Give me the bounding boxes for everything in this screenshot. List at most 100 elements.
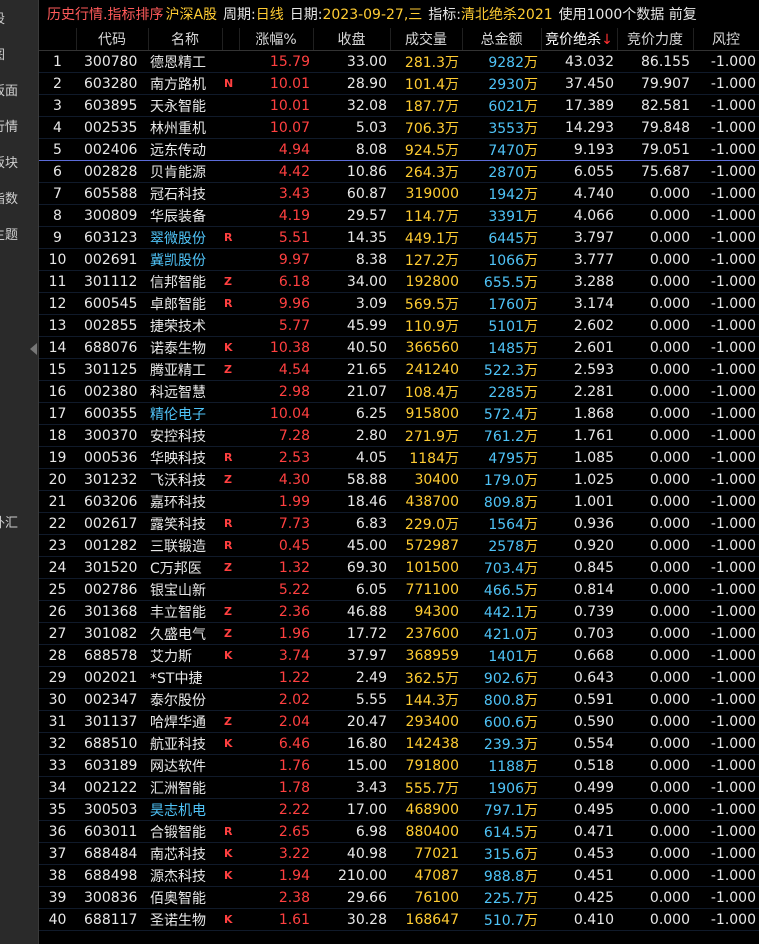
table-row[interactable]: 20 301232 飞沃科技 Z 4.30 58.88 30400 179.0万 1.025 0.…	[39, 468, 759, 491]
col-header-change-pct[interactable]: 涨幅%	[239, 28, 314, 51]
amount-unit: 万	[524, 560, 538, 577]
table-row[interactable]: 38 688498 源杰科技 K 1.94 210.00 47087 988.8万 0.451 0…	[39, 864, 759, 887]
table-row[interactable]: 7 605588 冠石科技 3.43 60.87 319000 1942万 4.740 0.00…	[39, 182, 759, 205]
table-row[interactable]: 33 603189 网达软件 1.76 15.00 791800 1188万 0.518 0.0…	[39, 754, 759, 777]
table-row[interactable]: 29 002021 *ST中捷 1.22 2.49 362.5万 902.6万 0.643 0.…	[39, 666, 759, 689]
sidebar-item-quotes[interactable]: 行情	[0, 118, 38, 138]
volume: 293400	[390, 710, 462, 733]
col-header-bid-power[interactable]: 竞价力度	[617, 28, 694, 51]
stock-code: 688498	[76, 864, 148, 887]
market-selector[interactable]: 沪深A股	[165, 4, 217, 24]
stock-flag-badge: K	[222, 336, 239, 359]
sidebar-item-index[interactable]: 指数	[0, 190, 38, 210]
sidebar-item-forex[interactable]: 外汇	[0, 514, 38, 534]
row-index: 38	[39, 864, 76, 887]
stock-code: 300809	[76, 204, 148, 227]
stock-flag-badge	[222, 182, 239, 205]
table-row[interactable]: 36 603011 合锻智能 R 2.65 6.98 880400 614.5万 0.471 0.…	[39, 820, 759, 843]
table-row[interactable]: 31 301137 哈焊华通 Z 2.04 20.47 293400 600.6万 0.590 0…	[39, 710, 759, 733]
table-row[interactable]: 8 300809 华辰装备 4.19 29.57 114.7万 3391万 4.066 0.00…	[39, 204, 759, 227]
bid-power-value: 79.848	[617, 116, 693, 139]
table-row[interactable]: 25 002786 银宝山新 5.22 6.05 771100 466.5万 0.814 0.0…	[39, 578, 759, 601]
table-row[interactable]: 37 688484 南芯科技 K 3.22 40.98 77021 315.6万 0.453 0.…	[39, 842, 759, 865]
date-value[interactable]: 2023-09-27,三	[322, 4, 422, 24]
table-row[interactable]: 14 688076 诺泰生物 K 10.38 40.50 366560 1485万 2.601 0…	[39, 336, 759, 359]
amount-unit: 万	[524, 714, 538, 731]
table-row[interactable]: 19 000536 华映科技 R 2.53 4.05 1184万 4795万 1.085 0.00…	[39, 446, 759, 469]
table-row[interactable]: 28 688578 艾力斯 K 3.74 37.97 368959 1401万 0.668 0.0…	[39, 644, 759, 667]
table-row[interactable]: 30 002347 泰尔股份 2.02 5.55 144.3万 800.8万 0.591 0.0…	[39, 688, 759, 711]
table-row[interactable]: 39 300836 佰奥智能 2.38 29.66 76100 225.7万 0.425 0.0…	[39, 886, 759, 909]
bid-power-value: 0.000	[617, 270, 693, 293]
table-row[interactable]: 2 603280 南方路机 N 10.01 28.90 101.4万 2930万 37.450 7…	[39, 72, 759, 95]
table-row[interactable]: 10 002691 冀凯股份 9.97 8.38 127.2万 1066万 3.777 0.00…	[39, 248, 759, 271]
col-header-risk[interactable]: 风控	[693, 28, 759, 51]
table-row[interactable]: 27 301082 久盛电气 Z 1.96 17.72 237600 421.0万 0.703 0…	[39, 622, 759, 645]
table-row[interactable]: 15 301125 腾亚精工 Z 4.54 21.65 241240 522.3万 2.593 0…	[39, 358, 759, 381]
table-row[interactable]: 35 300503 昊志机电 2.22 17.00 468900 797.1万 0.495 0.…	[39, 798, 759, 821]
sidebar-item-stock[interactable]: 股	[0, 10, 38, 30]
table-row[interactable]: 24 301520 C万邦医 Z 1.32 69.30 101500 703.4万 0.845 0…	[39, 556, 759, 579]
amount-unit: 万	[524, 472, 538, 489]
table-row[interactable]: 40 688117 圣诺生物 K 1.61 30.28 168647 510.7万 0.410 0…	[39, 908, 759, 931]
table-row[interactable]: 21 603206 嘉环科技 1.99 18.46 438700 809.8万 1.001 0.…	[39, 490, 759, 513]
change-pct: 10.01	[239, 94, 313, 117]
amount-unit: 万	[524, 824, 538, 841]
bid-kill-value: 3.777	[541, 248, 617, 271]
sidebar-item-sector[interactable]: 板块	[0, 154, 38, 174]
table-row[interactable]: 17 600355 精伦电子 10.04 6.25 915800 572.4万 1.868 0.…	[39, 402, 759, 425]
amount-value: 442.1	[483, 604, 524, 621]
table-row[interactable]: 16 002380 科远智慧 2.98 21.07 108.4万 2285万 2.281 0.0…	[39, 380, 759, 403]
amount-unit: 万	[524, 230, 538, 247]
stock-code: 600355	[76, 402, 148, 425]
bid-power-value: 0.000	[617, 204, 693, 227]
col-header-close[interactable]: 收盘	[313, 28, 391, 51]
row-index: 40	[39, 908, 76, 931]
col-header-name[interactable]: 名称	[148, 28, 223, 51]
ranking-table-area: 代码 名称 涨幅% 收盘 成交量 总金额 竞价绝杀↓ 竞价力度 风控 1 3007…	[39, 28, 759, 944]
sidebar-item-chart[interactable]: 图	[0, 46, 38, 66]
table-row[interactable]: 18 300370 安控科技 7.28 2.80 271.9万 761.2万 1.761 0.0…	[39, 424, 759, 447]
volume: 880400	[390, 820, 462, 843]
table-row[interactable]: 32 688510 航亚科技 K 6.46 16.80 142438 239.3万 0.554 0…	[39, 732, 759, 755]
col-header-amount[interactable]: 总金额	[462, 28, 542, 51]
table-row[interactable]: 11 301112 信邦智能 Z 6.18 34.00 192800 655.5万 3.288 0…	[39, 270, 759, 293]
sidebar-item-theme[interactable]: 主题	[0, 226, 38, 246]
risk-value: -1.000	[693, 270, 759, 293]
table-row[interactable]: 13 002855 捷荣技术 5.77 45.99 110.9万 5101万 2.602 0.0…	[39, 314, 759, 337]
table-row[interactable]: 1 300780 德恩精工 15.79 33.00 281.3万 9282万 43.032 86…	[39, 50, 759, 73]
table-row[interactable]: 4 002535 林州重机 10.07 5.03 706.3万 3553万 14.293 79.…	[39, 116, 759, 139]
table-row[interactable]: 3 603895 天永智能 10.01 32.08 187.7万 6021万 17.389 82…	[39, 94, 759, 117]
row-index: 33	[39, 754, 76, 777]
table-row[interactable]: 12 600545 卓郎智能 R 9.96 3.09 569.5万 1760万 3.174 0.0…	[39, 292, 759, 315]
stock-code: 002406	[76, 138, 148, 161]
table-row[interactable]: 23 001282 三联锻造 R 0.45 45.00 572987 2578万 0.920 0.…	[39, 534, 759, 557]
stock-name: 信邦智能	[148, 270, 222, 293]
volume: 438700	[390, 490, 462, 513]
window-title[interactable]: 历史行情.指标排序	[47, 4, 163, 24]
table-row[interactable]: 34 002122 汇洲智能 1.78 3.43 555.7万 1906万 0.499 0.00…	[39, 776, 759, 799]
collapse-arrow-icon[interactable]	[30, 343, 37, 355]
bid-power-value: 0.000	[617, 314, 693, 337]
sidebar-item-board[interactable]: 板面	[0, 82, 38, 102]
indicator-value[interactable]: 清北绝杀2021	[461, 4, 553, 24]
amount-value: 179.0	[483, 472, 524, 489]
period-value[interactable]: 日线	[256, 4, 284, 24]
col-header-bid-kill[interactable]: 竞价绝杀↓	[541, 28, 618, 51]
stock-name-label: *ST中捷	[150, 670, 203, 687]
row-index: 2	[39, 72, 76, 95]
table-row[interactable]: 5 002406 远东传动 4.94 8.08 924.5万 7470万 9.193 79.05…	[39, 138, 759, 161]
total-amount: 179.0万	[462, 468, 541, 491]
table-row[interactable]: 22 002617 露笑科技 R 7.73 6.83 229.0万 1564万 0.936 0.0…	[39, 512, 759, 535]
col-header-volume[interactable]: 成交量	[390, 28, 463, 51]
table-row[interactable]: 6 002828 贝肯能源 4.42 10.86 264.3万 2870万 6.055 75.6…	[39, 160, 759, 183]
amount-unit: 万	[524, 516, 538, 533]
bid-power-value: 0.000	[617, 424, 693, 447]
amount-value: 3553	[488, 120, 524, 137]
table-row[interactable]: 9 603123 翠微股份 R 5.51 14.35 449.1万 6445万 3.797 0.0…	[39, 226, 759, 249]
close-price: 29.66	[313, 886, 390, 909]
col-header-code[interactable]: 代码	[76, 28, 149, 51]
risk-value: -1.000	[693, 468, 759, 491]
table-row[interactable]: 26 301368 丰立智能 Z 2.36 46.88 94300 442.1万 0.739 0.…	[39, 600, 759, 623]
stock-code: 301082	[76, 622, 148, 645]
